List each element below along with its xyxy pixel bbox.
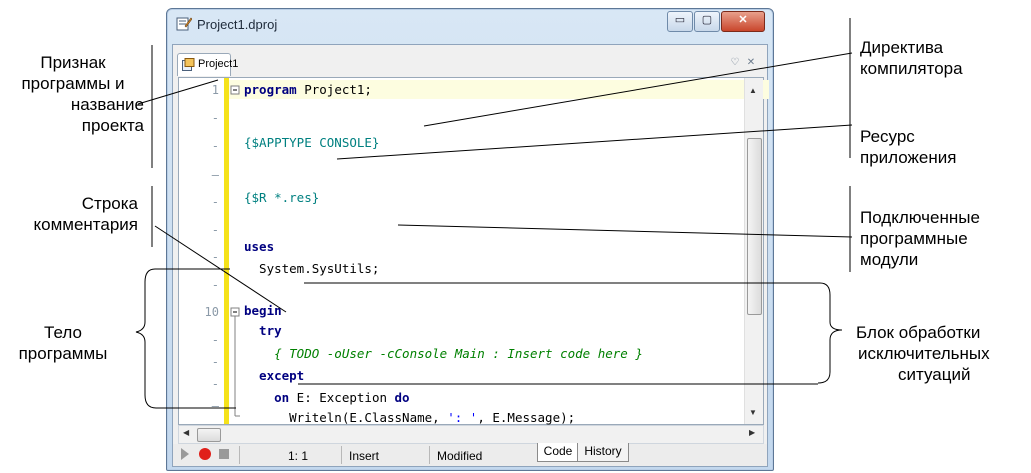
annotation-line: программы (18, 344, 108, 363)
annotation-line: комментария (33, 215, 138, 234)
status-divider (429, 446, 430, 464)
code-line-begin: begin (244, 303, 282, 318)
identifier: Project1; (296, 82, 372, 97)
stop-icon[interactable] (219, 449, 229, 459)
annotation-compiler-directive: Директива компилятора (860, 37, 1020, 79)
gutter-dash: - (211, 139, 219, 153)
annotation-line: приложения (860, 148, 957, 167)
line-number: 1 (211, 83, 219, 97)
annotation-line: компилятора (860, 59, 963, 78)
horizontal-scrollbar[interactable]: ◀ ▶ (178, 425, 764, 444)
maximize-icon: ▢ (701, 14, 713, 26)
gutter-dash: - (211, 250, 219, 264)
document-frame: Project1 ♡ ✕ 1 10 - - – - - - - - - - – (172, 44, 769, 467)
code-line-writeln: Writeln(E.ClassName, ': ', E.Message); (244, 410, 575, 425)
minimize-button[interactable]: ▭ (667, 11, 693, 32)
gutter-dash: – (211, 399, 219, 413)
window-title: Project1.dproj (197, 17, 278, 32)
string-literal: ': ' (447, 410, 478, 425)
annotation-line: Признак (40, 53, 106, 72)
gutter-dash: - (211, 195, 219, 209)
vertical-scroll-thumb[interactable] (747, 138, 762, 315)
annotation-app-resource: Ресурс приложения (860, 126, 1020, 168)
project-icon (182, 58, 195, 71)
annotation-line: программы и (21, 74, 125, 93)
gutter-dash: – (211, 168, 219, 182)
identifier: E: Exception (289, 390, 395, 405)
annotation-line: Подключенные (860, 208, 980, 227)
cursor-position: 1: 1 (288, 449, 309, 463)
annotation-modules: Подключенные программные модули (860, 207, 1025, 270)
edit-mode: Insert (349, 449, 380, 463)
close-icon: ✕ (738, 14, 748, 26)
fold-markers (230, 85, 240, 417)
project-file-icon (176, 17, 192, 31)
code-line-try: try (244, 323, 282, 338)
tab-project1[interactable]: Project1 (177, 53, 238, 76)
identifier: , E.Message); (477, 410, 576, 425)
play-icon[interactable] (181, 448, 189, 460)
gutter-dash: - (211, 111, 219, 125)
title-bar[interactable]: Project1.dproj ▭ ▢ ✕ (167, 9, 773, 39)
scroll-right-icon[interactable]: ▶ (749, 428, 755, 437)
scroll-left-icon[interactable]: ◀ (183, 428, 189, 437)
annotation-exception-block: Блок обработки исключительных ситуаций (856, 322, 1028, 385)
horizontal-scroll-thumb[interactable] (197, 428, 221, 442)
gutter-dash: - (211, 278, 219, 292)
minimize-icon: ▭ (674, 14, 686, 26)
annotation-line: ситуаций (898, 365, 971, 384)
identifier: Writeln(E.ClassName, (244, 410, 448, 425)
code-line-todo-comment: { TODO -oUser -cConsole Main : Insert co… (244, 346, 643, 361)
code-editor[interactable]: 1 10 - - – - - - - - - - – program Proje… (178, 77, 769, 425)
annotation-program-body: Тело программы (8, 322, 118, 364)
annotation-comment-line: Строка комментария (20, 193, 138, 235)
keyword: program (244, 82, 297, 97)
maximize-button[interactable]: ▢ (694, 11, 720, 32)
scroll-up-icon[interactable]: ▲ (749, 86, 757, 95)
scroll-down-icon[interactable]: ▼ (749, 408, 757, 417)
status-divider (239, 446, 240, 464)
code-line-uses-unit: System.SysUtils; (244, 261, 380, 276)
tab-history[interactable]: History (577, 443, 629, 462)
keyword: do (394, 390, 410, 405)
gutter-dash: - (211, 355, 219, 369)
tab-label: Project1 (198, 58, 239, 70)
annotation-line: Директива (860, 38, 944, 57)
modified-state: Modified (437, 449, 483, 463)
annotation-line: проекта (81, 116, 144, 135)
tab-close-icon[interactable]: ✕ (744, 56, 758, 70)
tab-list-icon[interactable]: ♡ (728, 56, 742, 70)
record-icon[interactable] (199, 448, 211, 460)
annotation-line: модули (860, 250, 919, 269)
annotation-line: Тело (44, 323, 82, 342)
tab-code[interactable]: Code (537, 443, 579, 462)
annotation-line: исключительных (858, 344, 990, 363)
annotation-line: Ресурс (860, 127, 915, 146)
annotation-line: Строка (81, 194, 138, 213)
ide-window: Project1.dproj ▭ ▢ ✕ Project1 ♡ ✕ 1 10 -… (166, 8, 774, 471)
code-line-apptype: {$APPTYPE CONSOLE} (244, 135, 380, 150)
gutter-dash: - (211, 223, 219, 237)
annotation-line: Блок обработки (856, 323, 981, 342)
code-line-resource: {$R *.res} (244, 190, 320, 205)
status-divider (341, 446, 342, 464)
code-line-program: program Project1; (244, 82, 372, 97)
line-number: 10 (204, 305, 219, 319)
annotation-line: название (70, 95, 144, 114)
gutter-dash: - (211, 333, 219, 347)
keyword: on (244, 390, 290, 405)
code-line-uses: uses (244, 239, 275, 254)
gutter-dash: - (211, 377, 219, 391)
code-line-on-exception: on E: Exception do (244, 390, 410, 405)
vertical-scrollbar[interactable]: ▲ ▼ (744, 78, 763, 424)
annotation-line: программные (860, 229, 968, 248)
code-line-except: except (244, 368, 305, 383)
status-bar: 1: 1 Insert Modified Code History (173, 443, 767, 466)
editor-tab-bar: Project1 ♡ ✕ (173, 45, 767, 77)
annotation-program-sign: Признак программы и название проекта (2, 52, 144, 136)
close-button[interactable]: ✕ (721, 11, 765, 32)
